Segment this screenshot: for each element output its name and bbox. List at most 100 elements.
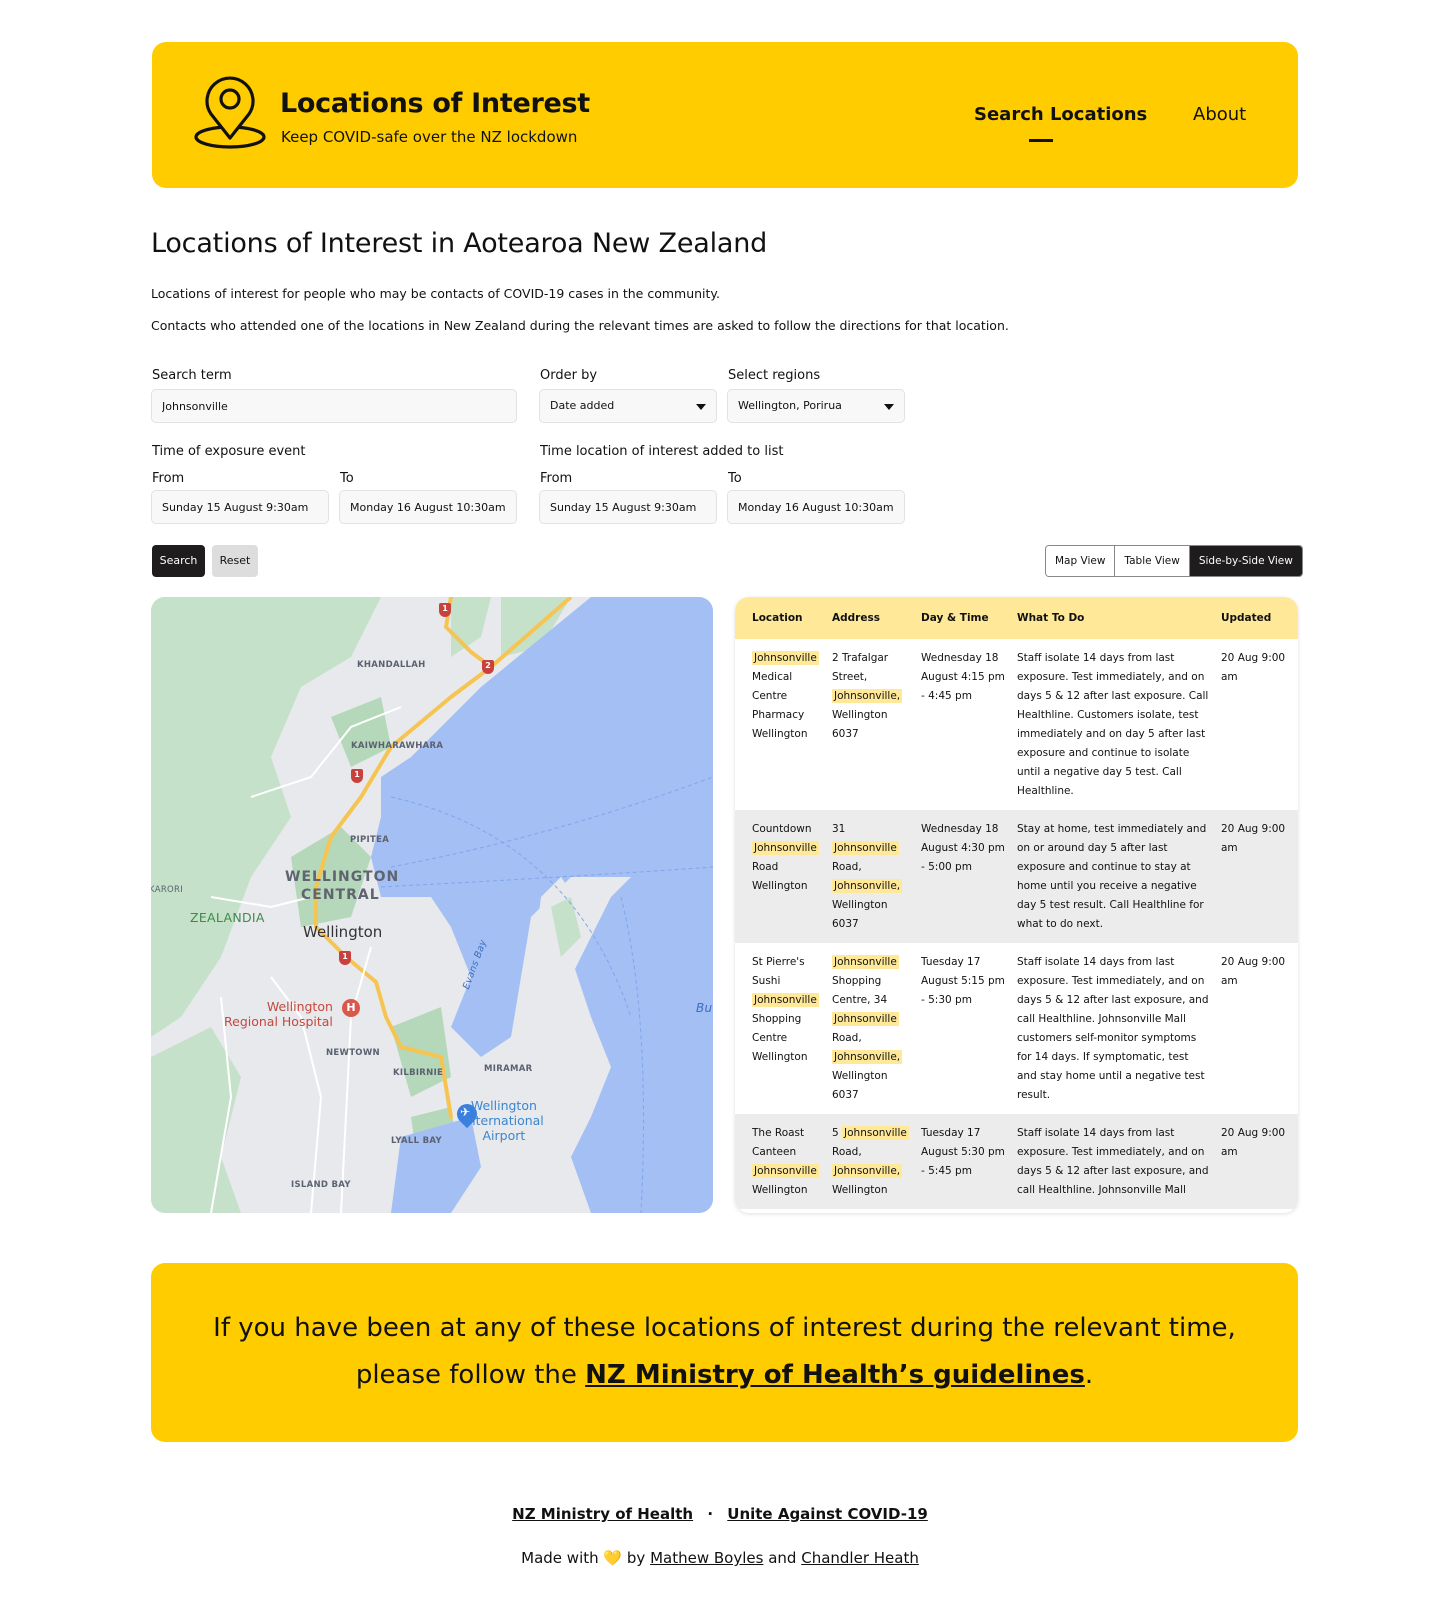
map-label-hospital: Wellington Regional Hospital (224, 999, 333, 1029)
heart-icon: 💛 (603, 1549, 623, 1567)
cell-location: The Roast Canteen Johnsonville Wellingto… (735, 1114, 826, 1209)
search-highlight: Johnsonville, (832, 1164, 903, 1178)
airport-name-line: Airport (482, 1128, 526, 1143)
author-link[interactable]: Chandler Heath (801, 1549, 919, 1567)
locations-table: Location Address Day & Time What To Do U… (735, 597, 1298, 1213)
search-highlight: Johnsonville (832, 955, 899, 969)
exposure-from-label: From (152, 471, 185, 486)
hospital-marker-icon[interactable]: H (342, 999, 360, 1017)
search-highlight: Johnsonville, (832, 879, 903, 893)
added-to-input[interactable] (727, 490, 905, 524)
cell-address: 2 Trafalgar Street, Johnsonville, Wellin… (832, 652, 903, 740)
credits-text: by (626, 1549, 646, 1567)
banner-text: . (1084, 1360, 1094, 1390)
search-highlight: Johnsonville (842, 1126, 909, 1140)
site-subtitle: Keep COVID-safe over the NZ lockdown (281, 128, 578, 146)
map-pin-icon (194, 76, 266, 149)
highway-shield-icon: 1 (351, 769, 363, 783)
regions-value: Wellington, Porirua (738, 399, 842, 412)
map-view-button[interactable]: Map View (1046, 546, 1116, 576)
cell-location: Countdown Johnsonville Road Wellington (735, 810, 826, 943)
cell-what-to-do: Stay at home, test immediately and on or… (1011, 810, 1215, 943)
search-input[interactable] (151, 389, 517, 423)
search-highlight: Johnsonville (752, 651, 819, 665)
map-view[interactable]: 1 2 1 1 KHANDALLAH KAIWHARAWHARA PIPITEA… (151, 597, 713, 1213)
table-row[interactable]: The Roast Canteen Johnsonville Wellingto… (735, 1114, 1298, 1209)
nav-active-indicator (1029, 139, 1053, 142)
cell-what-to-do: Staff isolate 14 days from last exposure… (1017, 956, 1209, 1101)
search-highlight: Johnsonville (832, 841, 899, 855)
exposure-time-label: Time of exposure event (152, 444, 306, 459)
map-label-lyall-bay: LYALL BAY (391, 1136, 442, 1146)
banner-line: If you have been at any of these locatio… (213, 1313, 1236, 1343)
added-time-label: Time location of interest added to list (540, 444, 784, 459)
cell-day-time: Wednesday 18 August 4:30 pm - 5:00 pm (915, 810, 1011, 943)
table-view-button[interactable]: Table View (1115, 546, 1190, 576)
cell-updated: 20 Aug 9:00 am (1221, 956, 1286, 987)
guidelines-banner: If you have been at any of these locatio… (151, 1263, 1298, 1442)
footer-credits: Made with 💛 by Mathew Boyles and Chandle… (0, 1549, 1440, 1567)
search-highlight: Johnsonville (752, 1164, 819, 1178)
map-label-wellington-central: CENTRAL (301, 887, 380, 903)
table-header-row: Location Address Day & Time What To Do U… (735, 597, 1298, 639)
airport-name-line: Wellington (470, 1098, 537, 1113)
footer-link-unite[interactable]: Unite Against COVID-19 (727, 1505, 928, 1523)
column-header-address[interactable]: Address (826, 597, 915, 639)
credits-text: Made with (521, 1549, 599, 1567)
order-by-select[interactable]: Date added (539, 389, 717, 423)
map-canvas[interactable] (151, 597, 713, 1213)
column-header-day-time[interactable]: Day & Time (915, 597, 1011, 639)
cell-address: 5 Johnsonville Road, Johnsonville, Welli… (826, 1114, 915, 1209)
highway-shield-icon: 1 (339, 951, 351, 965)
map-label-karori: KARORI (151, 885, 184, 895)
airport-name-line: International (464, 1113, 544, 1128)
banner-line: please follow the NZ Ministry of Health’… (151, 1352, 1298, 1399)
cell-what-to-do: Staff isolate 14 days from last exposure… (1017, 652, 1209, 797)
map-label-khandallah: KHANDALLAH (357, 660, 426, 670)
cell-location: St Pierre's Sushi Johnsonville Shopping … (752, 956, 819, 1063)
added-from-input[interactable] (539, 490, 717, 524)
caret-down-icon (884, 404, 894, 410)
reset-button[interactable]: Reset (212, 545, 258, 577)
nav-search-locations[interactable]: Search Locations (974, 104, 1147, 125)
table-row[interactable]: Johnsonville Medical Centre Pharmacy Wel… (735, 639, 1298, 810)
cell-day-time: Wednesday 18 August 4:15 pm - 4:45 pm (921, 652, 1005, 702)
map-label-zealandia: ZEALANDIA (190, 910, 265, 925)
map-label-wellington: Wellington (303, 923, 383, 941)
map-label-miramar: MIRAMAR (484, 1064, 533, 1074)
hospital-name-line: Wellington (266, 999, 333, 1014)
footer-separator: · (707, 1505, 714, 1523)
intro-text: Contacts who attended one of the locatio… (151, 318, 1009, 333)
map-label-kaiwharawhara: KAIWHARAWHARA (351, 741, 444, 751)
side-by-side-view-button[interactable]: Side-by-Side View (1189, 546, 1302, 576)
column-header-what-to-do[interactable]: What To Do (1011, 597, 1215, 639)
cell-updated: 20 Aug 9:00 am (1215, 810, 1298, 943)
footer-link-moh[interactable]: NZ Ministry of Health (512, 1505, 693, 1523)
table-row[interactable]: Countdown Johnsonville Road Wellington 31… (735, 810, 1298, 943)
regions-select[interactable]: Wellington, Porirua (727, 389, 905, 423)
site-header: Locations of Interest Keep COVID-safe ov… (152, 42, 1298, 188)
cell-day-time: Tuesday 17 August 5:30 pm - 5:45 pm (915, 1114, 1011, 1209)
credits-text: and (768, 1549, 797, 1567)
search-button[interactable]: Search (152, 545, 205, 577)
column-header-updated[interactable]: Updated (1215, 597, 1298, 639)
nav-about[interactable]: About (1193, 104, 1246, 125)
select-regions-label: Select regions (728, 368, 821, 383)
banner-text: please follow the (355, 1360, 586, 1390)
exposure-to-input[interactable] (339, 490, 517, 524)
order-by-value: Date added (550, 399, 615, 412)
author-link[interactable]: Mathew Boyles (650, 1549, 763, 1567)
column-header-location[interactable]: Location (735, 597, 826, 639)
map-label-island-bay: ISLAND BAY (291, 1180, 351, 1190)
table-row[interactable]: St Pierre's Sushi Johnsonville Shopping … (735, 943, 1298, 1114)
cell-updated: 20 Aug 9:00 am (1215, 1114, 1298, 1209)
cell-updated: 20 Aug 9:00 am (1221, 652, 1286, 683)
site-title[interactable]: Locations of Interest (280, 88, 590, 119)
order-by-label: Order by (540, 368, 598, 383)
footer-links: NZ Ministry of Health · Unite Against CO… (0, 1505, 1440, 1523)
search-highlight: Johnsonville, (832, 1050, 903, 1064)
moh-guidelines-link[interactable]: NZ Ministry of Health’s guidelines (585, 1360, 1085, 1390)
added-from-label: From (540, 471, 573, 486)
map-label-kilbirnie: KILBIRNIE (393, 1068, 444, 1078)
exposure-from-input[interactable] (151, 490, 329, 524)
